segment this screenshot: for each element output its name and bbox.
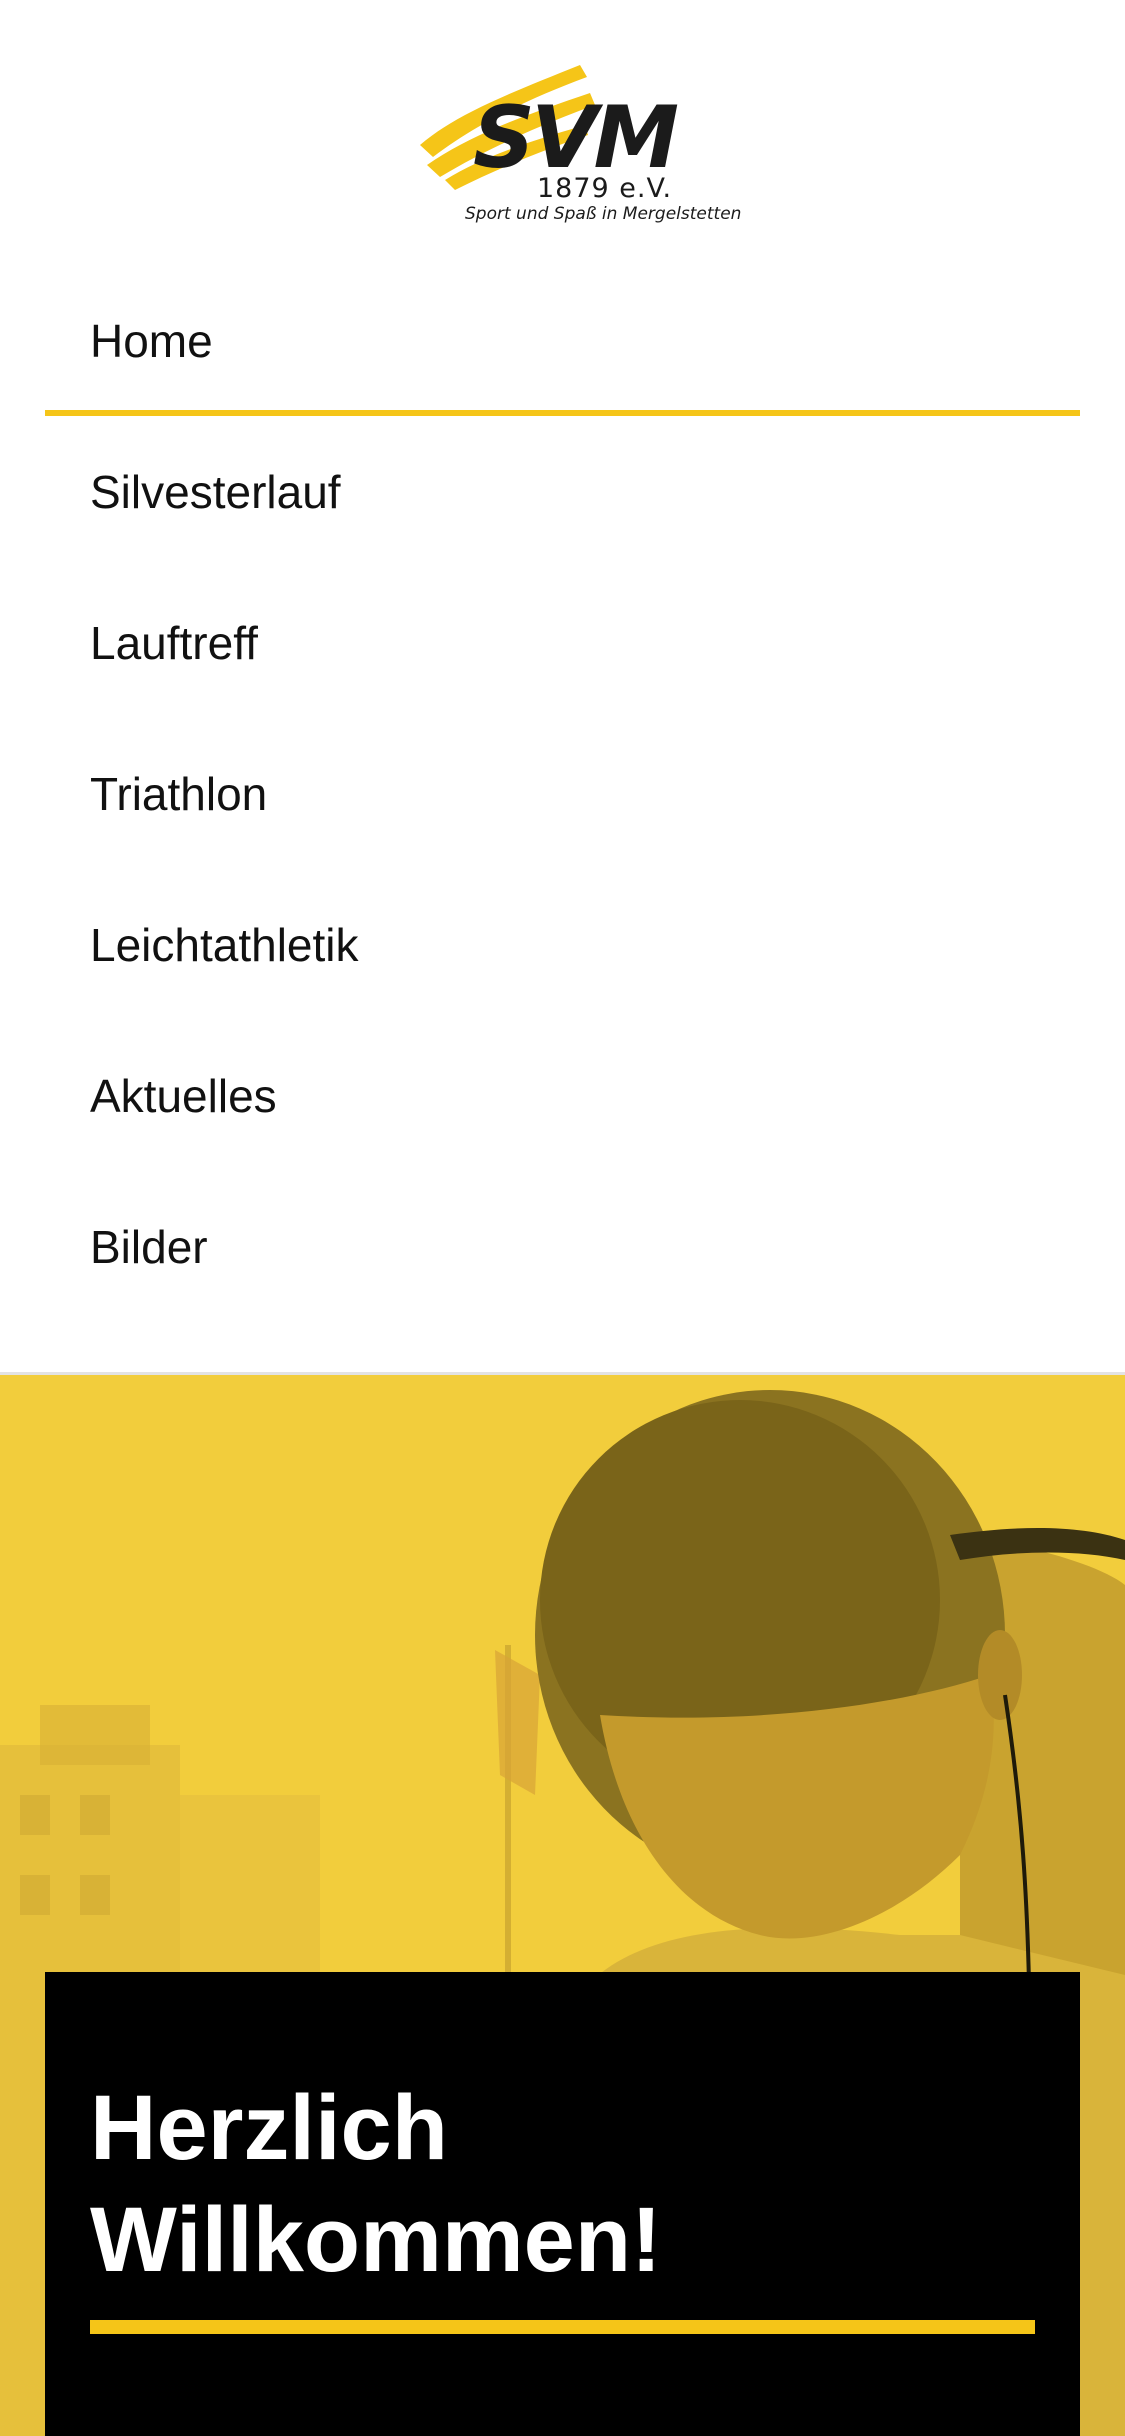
nav-item-label: Home (90, 315, 213, 367)
welcome-divider (90, 2320, 1035, 2334)
site-logo[interactable]: SVM 1879 e.V. Sport und Spaß in Mergelst… (415, 55, 741, 235)
nav-item-label: Aktuelles (90, 1069, 277, 1122)
nav-item-label: Lauftreff (90, 616, 258, 669)
welcome-box: Herzlich Willkommen! (45, 1972, 1080, 2436)
nav-item-label: Leichtathletik (90, 918, 359, 971)
nav-item-label: Bilder (90, 1220, 208, 1273)
welcome-title-line1: Herzlich (90, 2077, 448, 2179)
welcome-title-line2: Willkommen! (90, 2189, 662, 2291)
main-nav: Home Silvesterlauf Lauftreff Triathlon L… (45, 272, 1080, 1322)
nav-item-lauftreff[interactable]: Lauftreff (45, 567, 1080, 718)
welcome-title: Herzlich Willkommen! (90, 2072, 1030, 2296)
nav-item-leichtathletik[interactable]: Leichtathletik (45, 869, 1080, 1020)
nav-item-home[interactable]: Home (45, 272, 1080, 416)
nav-item-triathlon[interactable]: Triathlon (45, 718, 1080, 869)
nav-item-aktuelles[interactable]: Aktuelles (45, 1020, 1080, 1171)
nav-item-label: Silvesterlauf (90, 465, 341, 518)
logo-year: 1879 e.V. (537, 173, 673, 204)
logo-tagline: Sport und Spaß in Mergelstetten (465, 204, 742, 224)
nav-item-silvesterlauf[interactable]: Silvesterlauf (45, 416, 1080, 567)
nav-item-bilder[interactable]: Bilder (45, 1171, 1080, 1322)
page: SVM 1879 e.V. Sport und Spaß in Mergelst… (0, 0, 1125, 2436)
nav-item-label: Triathlon (90, 767, 268, 820)
